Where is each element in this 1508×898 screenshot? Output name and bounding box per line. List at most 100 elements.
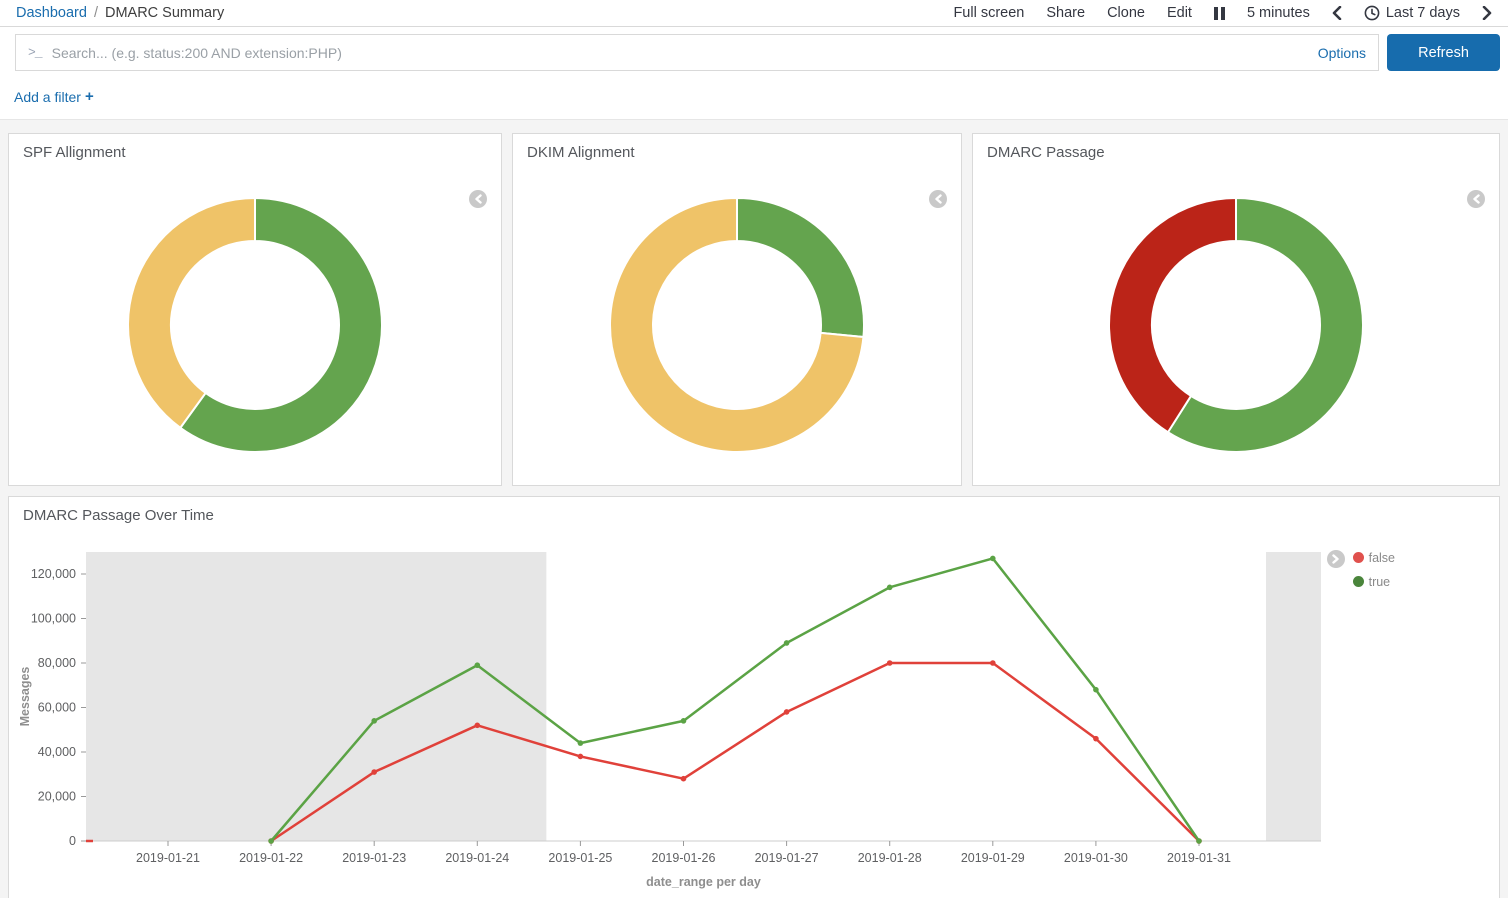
data-point-true[interactable] <box>475 662 481 668</box>
chevron-right-icon <box>1482 6 1492 20</box>
pie-slice-red-segment[interactable] <box>1109 198 1236 432</box>
data-point-false[interactable] <box>887 660 893 666</box>
collapse-legend-button[interactable] <box>929 190 947 208</box>
legend-dot-true-icon <box>1353 576 1364 587</box>
data-point-false[interactable] <box>578 753 584 759</box>
endzone-left <box>86 552 546 841</box>
search-input[interactable] <box>52 45 1306 61</box>
expand-legend-button[interactable] <box>1327 550 1345 568</box>
chevron-right-icon <box>1331 554 1340 564</box>
refresh-button[interactable]: Refresh <box>1387 34 1500 71</box>
donut-chart-area <box>9 191 501 459</box>
pie-slice-yellow-segment[interactable] <box>128 198 255 428</box>
spf-donut-chart <box>121 191 389 459</box>
share-button[interactable]: Share <box>1046 5 1085 21</box>
y-tick-label: 20,000 <box>38 789 76 803</box>
y-tick-label: 80,000 <box>38 656 76 670</box>
pause-icon[interactable] <box>1214 7 1225 20</box>
x-tick-label: 2019-01-27 <box>755 851 819 865</box>
data-point-false[interactable] <box>990 660 996 666</box>
y-tick-label: 60,000 <box>38 700 76 714</box>
x-tick-label: 2019-01-22 <box>239 851 303 865</box>
y-axis-title: Messages <box>18 666 32 726</box>
chevron-left-icon <box>1332 6 1342 20</box>
data-point-true[interactable] <box>268 838 274 844</box>
time-range-label: Last 7 days <box>1386 5 1460 21</box>
data-point-true[interactable] <box>990 555 996 561</box>
terminal-prompt-icon: >_ <box>28 45 42 60</box>
query-bar-row: >_ Options Refresh <box>0 27 1508 78</box>
clone-button[interactable]: Clone <box>1107 5 1145 21</box>
x-tick-label: 2019-01-24 <box>445 851 509 865</box>
collapse-legend-button[interactable] <box>469 190 487 208</box>
legend-dot-false-icon <box>1353 552 1364 563</box>
endzone-right <box>1266 552 1321 841</box>
nav-menu: Full screen Share Clone Edit 5 minutes L… <box>953 5 1492 21</box>
breadcrumb-separator: / <box>94 5 98 21</box>
donut-chart-area <box>973 191 1499 459</box>
refresh-interval-button[interactable]: 5 minutes <box>1247 5 1310 21</box>
data-point-true[interactable] <box>578 740 584 746</box>
add-filter-label: Add a filter <box>14 89 81 105</box>
chevron-left-icon <box>934 194 943 204</box>
y-tick-label: 0 <box>69 834 76 848</box>
dkim-alignment-panel: DKIM Alignment <box>512 133 962 486</box>
breadcrumb-dashboard-link[interactable]: Dashboard <box>16 5 87 21</box>
top-panels-row: SPF Allignment DKIM Alignment DMARC Pass… <box>8 133 1500 486</box>
filter-bar: Add a filter + <box>0 78 1508 120</box>
time-range-picker[interactable]: Last 7 days <box>1364 5 1460 21</box>
time-back-button[interactable] <box>1332 6 1342 20</box>
x-tick-label: 2019-01-26 <box>652 851 716 865</box>
top-nav: Dashboard / DMARC Summary Full screen Sh… <box>0 0 1508 27</box>
y-tick-label: 40,000 <box>38 745 76 759</box>
line-chart: 2019-01-21 2019-01-22 2019-01-23 2019-01-24… <box>9 524 1499 896</box>
plus-icon: + <box>85 88 94 105</box>
donut-chart-area <box>513 191 961 459</box>
data-point-false[interactable] <box>475 722 481 728</box>
x-tick-label: 2019-01-31 <box>1167 851 1231 865</box>
chevron-left-icon <box>474 194 483 204</box>
data-point-false[interactable] <box>1093 735 1099 741</box>
collapse-legend-button[interactable] <box>1467 190 1485 208</box>
clock-icon <box>1364 5 1380 21</box>
data-point-true[interactable] <box>1196 838 1202 844</box>
legend-item-true[interactable]: true <box>1353 575 1395 589</box>
search-bar[interactable]: >_ Options <box>15 34 1379 71</box>
breadcrumb: Dashboard / DMARC Summary <box>16 5 224 21</box>
add-filter-link[interactable]: Add a filter + <box>14 88 94 105</box>
data-point-true[interactable] <box>784 640 790 646</box>
legend-label: true <box>1369 575 1391 589</box>
x-tick-label: 2019-01-25 <box>548 851 612 865</box>
page-title: DMARC Summary <box>105 5 224 21</box>
data-point-false[interactable] <box>371 769 377 775</box>
legend-item-false[interactable]: false <box>1353 551 1395 565</box>
chart-legend: false true <box>1353 551 1395 589</box>
data-point-true[interactable] <box>681 718 687 724</box>
spf-allignment-panel: SPF Allignment <box>8 133 502 486</box>
x-tick-label: 2019-01-28 <box>858 851 922 865</box>
dmarc-over-time-panel: DMARC Passage Over Time 2019-01-212019-0… <box>8 496 1500 898</box>
x-tick-label: 2019-01-29 <box>961 851 1025 865</box>
options-link[interactable]: Options <box>1318 45 1366 61</box>
data-point-true[interactable] <box>1093 686 1099 692</box>
dkim-donut-chart <box>603 191 871 459</box>
x-tick-label: 2019-01-30 <box>1064 851 1128 865</box>
panel-title: DMARC Passage <box>973 134 1499 161</box>
panel-title: DMARC Passage Over Time <box>9 497 1499 524</box>
legend-label: false <box>1369 551 1395 565</box>
data-point-true[interactable] <box>371 718 377 724</box>
dashboard-grid: SPF Allignment DKIM Alignment DMARC Pass… <box>0 120 1508 898</box>
edit-button[interactable]: Edit <box>1167 5 1192 21</box>
data-point-false[interactable] <box>681 775 687 781</box>
panel-title: DKIM Alignment <box>513 134 961 161</box>
data-point-false[interactable] <box>784 709 790 715</box>
data-point-true[interactable] <box>887 584 893 590</box>
x-tick-label: 2019-01-23 <box>342 851 406 865</box>
full-screen-button[interactable]: Full screen <box>953 5 1024 21</box>
time-forward-button[interactable] <box>1482 6 1492 20</box>
y-tick-label: 100,000 <box>31 611 76 625</box>
x-tick-label: 2019-01-21 <box>136 851 200 865</box>
chevron-left-icon <box>1472 194 1481 204</box>
x-axis-title: date_range per day <box>646 875 761 889</box>
pie-slice-green-segment[interactable] <box>737 198 864 337</box>
